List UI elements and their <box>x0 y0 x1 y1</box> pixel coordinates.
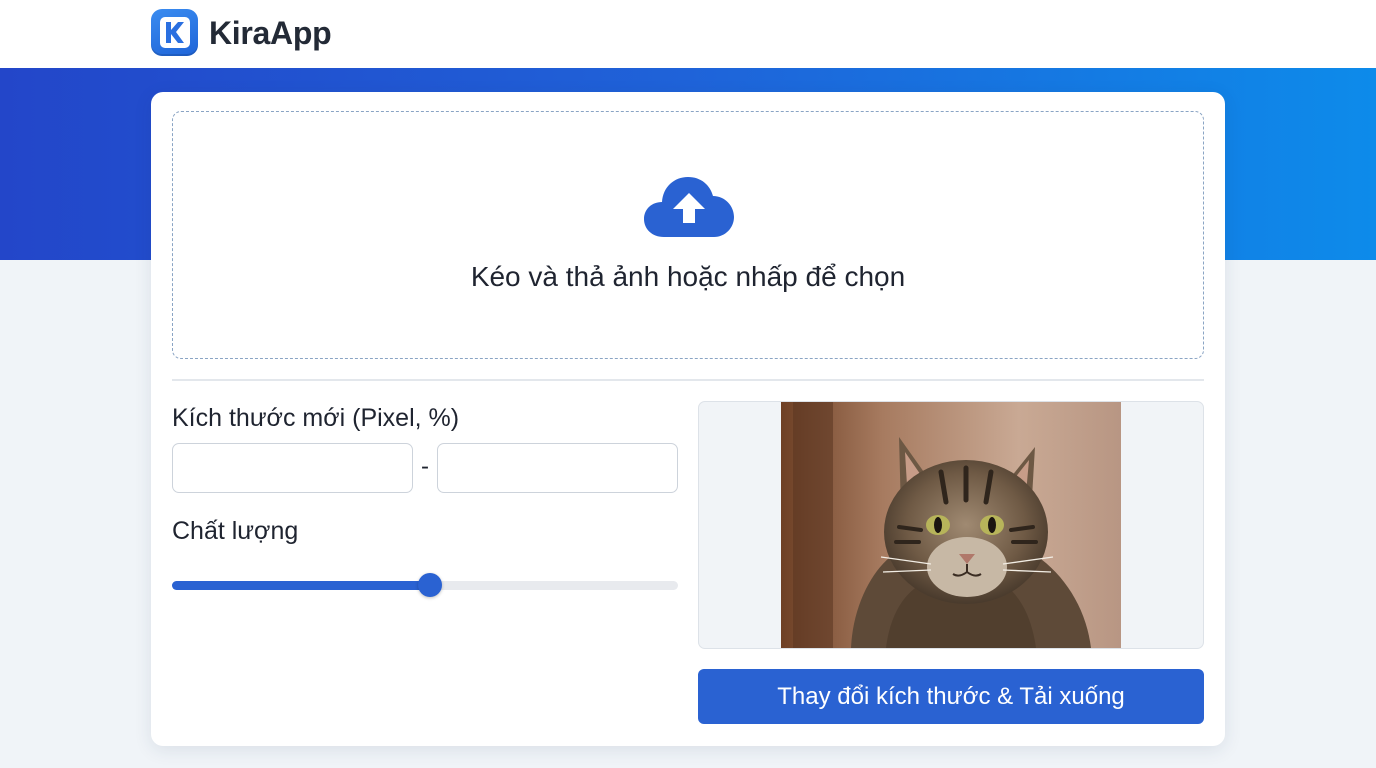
divider <box>172 379 1204 381</box>
image-dropzone[interactable]: Kéo và thả ảnh hoặc nhấp để chọn <box>172 111 1204 359</box>
quality-label: Chất lượng <box>172 517 299 545</box>
dropzone-prompt: Kéo và thả ảnh hoặc nhấp để chọn <box>470 261 906 292</box>
quality-slider[interactable] <box>172 571 678 599</box>
slider-fill <box>172 581 431 590</box>
size-label: Kích thước mới (Pixel, %) <box>172 404 460 432</box>
cat-photo <box>781 402 1121 648</box>
resize-card: Kéo và thả ảnh hoặc nhấp để chọn Kích th… <box>151 92 1225 746</box>
cloud-upload-icon <box>644 177 734 237</box>
slider-thumb[interactable] <box>418 573 443 597</box>
resize-download-button[interactable]: Thay đổi kích thước & Tải xuống <box>698 669 1204 724</box>
size-separator: - <box>421 453 429 480</box>
top-navbar: KiraApp <box>0 0 1376 68</box>
brand-name[interactable]: KiraApp <box>209 14 332 52</box>
logo-icon[interactable] <box>151 9 198 56</box>
image-preview <box>698 401 1204 649</box>
width-input[interactable] <box>172 443 413 493</box>
height-input[interactable] <box>437 443 678 493</box>
